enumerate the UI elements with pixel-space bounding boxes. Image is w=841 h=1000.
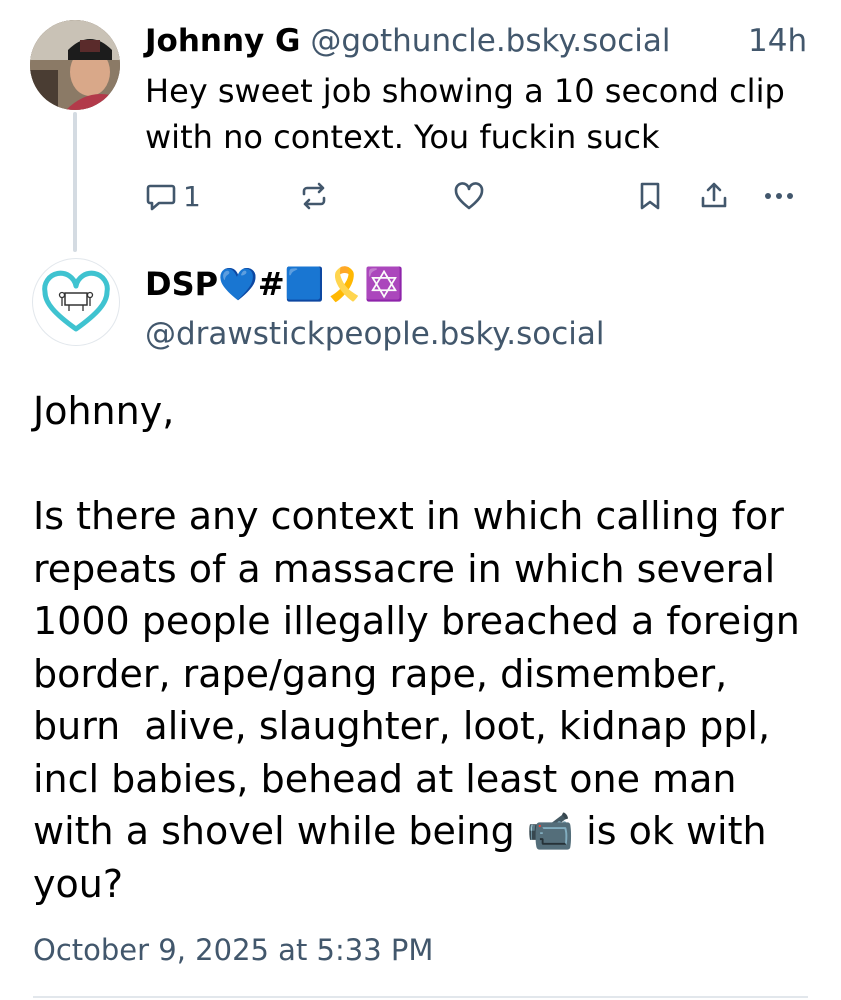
reply-header: Johnny G @gothuncle.bsky.social (145, 20, 671, 62)
reply-display-name[interactable]: Johnny G (145, 23, 300, 59)
heart-icon (454, 182, 484, 210)
reply-text: Hey sweet job showing a 10 second clip w… (145, 72, 785, 156)
post-handle[interactable]: @drawstickpeople.bsky.social (145, 312, 604, 356)
share-button[interactable] (698, 172, 730, 220)
reply-avatar[interactable] (30, 20, 120, 110)
reply-button[interactable]: 1 (145, 172, 201, 220)
post-text: Johnny, Is there any context in which ca… (33, 389, 800, 906)
like-button[interactable] (452, 172, 486, 220)
divider (33, 996, 808, 998)
profile-photo-icon (30, 20, 120, 110)
reply-handle[interactable]: @gothuncle.bsky.social (310, 23, 670, 59)
post-date: October 9, 2025 at 5:33 PM (33, 933, 434, 967)
reply-count: 1 (183, 179, 201, 213)
heart-drawing-logo-icon (42, 270, 110, 332)
post-display-name[interactable]: DSP💙#🟦🎗️✡️ (145, 262, 604, 306)
post-header: DSP💙#🟦🎗️✡️ @drawstickpeople.bsky.social (145, 262, 604, 356)
repost-button[interactable] (297, 172, 331, 220)
comment-icon (146, 184, 176, 211)
reply-timestamp[interactable]: 14h (748, 20, 807, 62)
share-icon (701, 182, 727, 208)
more-icon (765, 193, 793, 199)
post-avatar[interactable] (32, 258, 120, 346)
bookmark-icon (640, 182, 660, 210)
reply-action-bar: 1 (0, 172, 841, 220)
repost-icon (302, 182, 326, 210)
bookmark-button[interactable] (634, 172, 666, 220)
more-options-button[interactable] (762, 172, 796, 220)
